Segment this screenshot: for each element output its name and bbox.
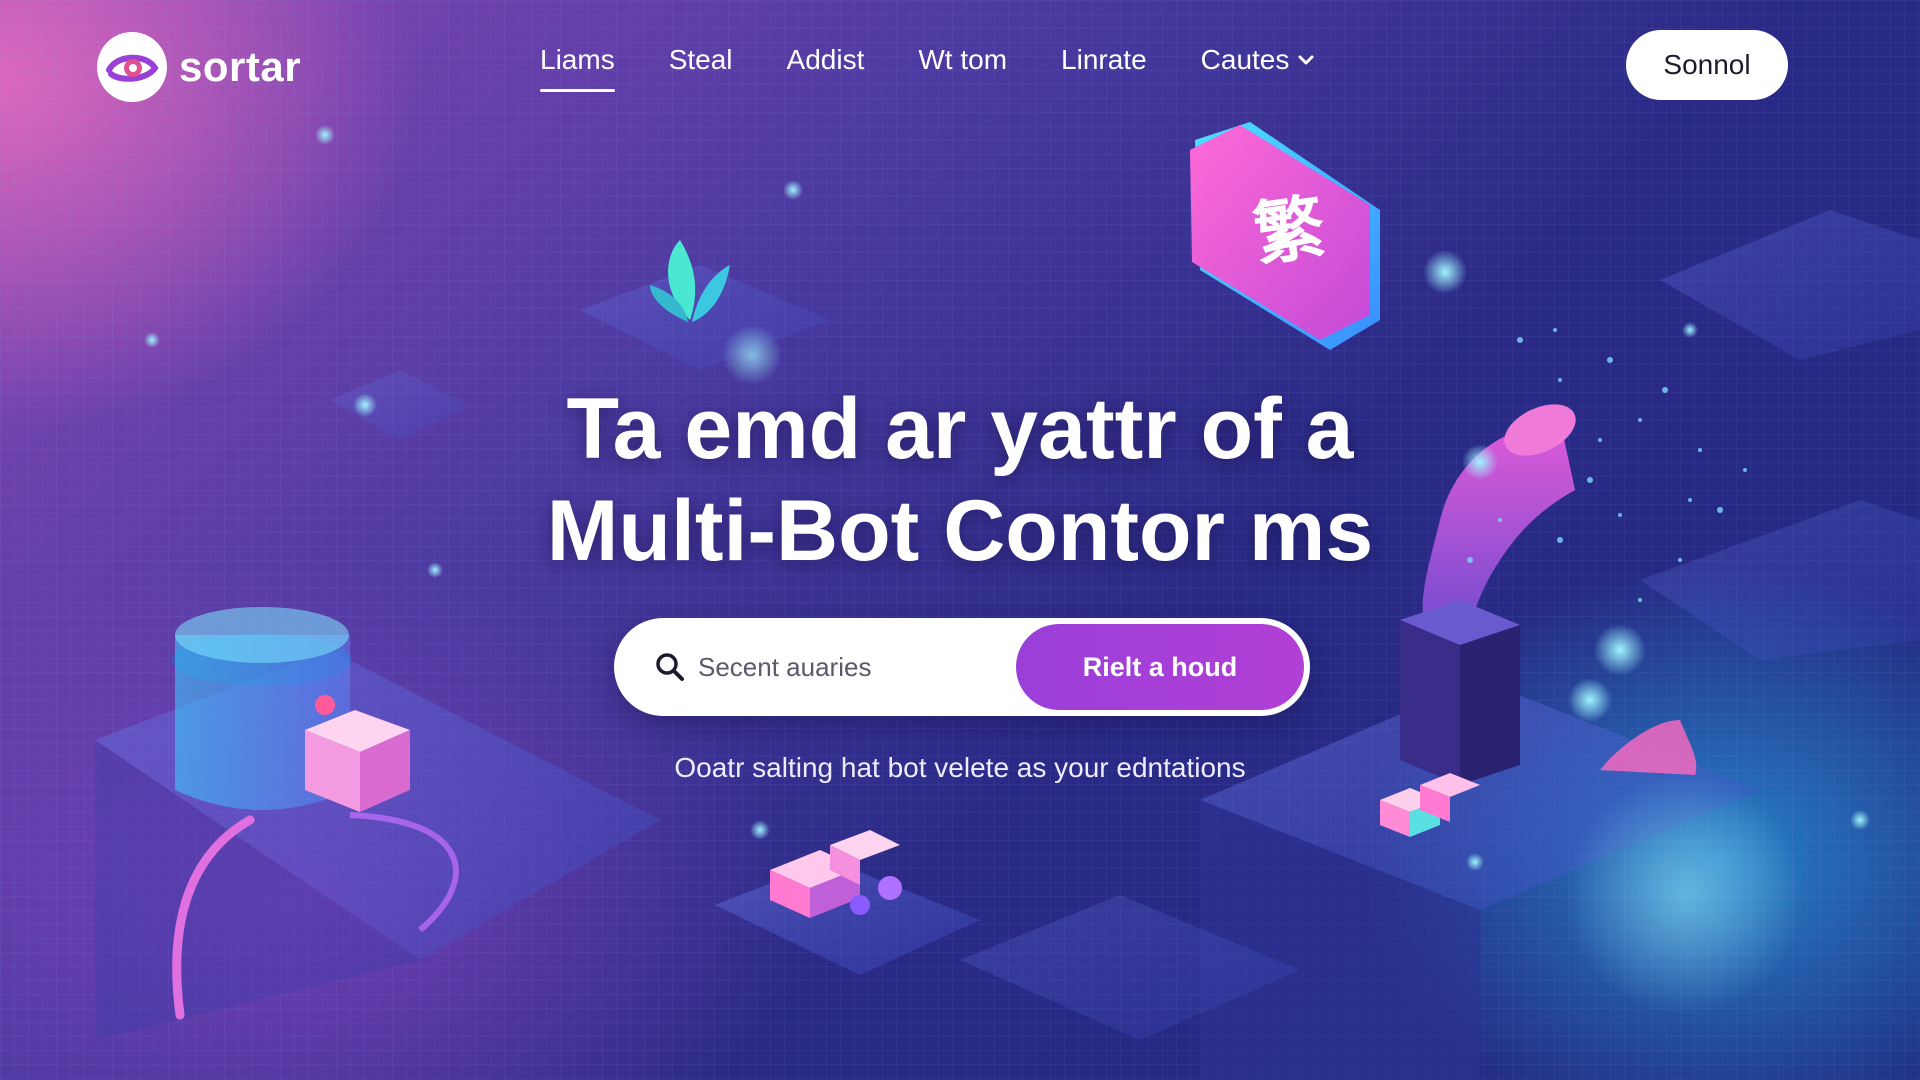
hero-title-line-1: Ta emd ar yattr of a	[566, 381, 1354, 477]
nav-item-cautes-label: Cautes	[1200, 44, 1290, 75]
search-icon	[656, 653, 684, 681]
hero-subtitle: Ooatr salting hat bot velete as your edn…	[674, 752, 1246, 783]
top-navigation: sortar Liams Steal Addist Wt tom Linrate…	[0, 0, 1920, 130]
nav-item-addist[interactable]: Addist	[787, 44, 865, 76]
hero-title: Ta emd ar yattr of a Multi-Bot Contor ms	[360, 378, 1560, 582]
nav-item-liams[interactable]: Liams	[540, 44, 615, 92]
eye-swirl-icon	[97, 32, 167, 102]
sonnol-button[interactable]: Sonnol	[1626, 30, 1788, 100]
search-bar: Rielt a houd	[614, 618, 1310, 716]
search-input[interactable]	[698, 642, 998, 692]
rielt-a-houd-button[interactable]: Rielt a houd	[1016, 624, 1304, 710]
nav-item-cautes-dropdown[interactable]: Cautes	[1201, 44, 1316, 76]
brand-logo[interactable]: sortar	[97, 32, 301, 102]
badge-glyph: 繁	[1249, 186, 1330, 277]
hero-title-line-2: Multi-Bot Contor ms	[546, 483, 1374, 579]
nav-item-linrate[interactable]: Linrate	[1061, 44, 1147, 76]
nav-item-wt-tom[interactable]: Wt tom	[918, 44, 1007, 76]
nav-item-steal[interactable]: Steal	[669, 44, 733, 76]
nav-links: Liams Steal Addist Wt tom Linrate Cautes	[540, 44, 1316, 92]
brand-name: sortar	[179, 43, 302, 90]
chevron-down-icon	[1298, 55, 1314, 65]
